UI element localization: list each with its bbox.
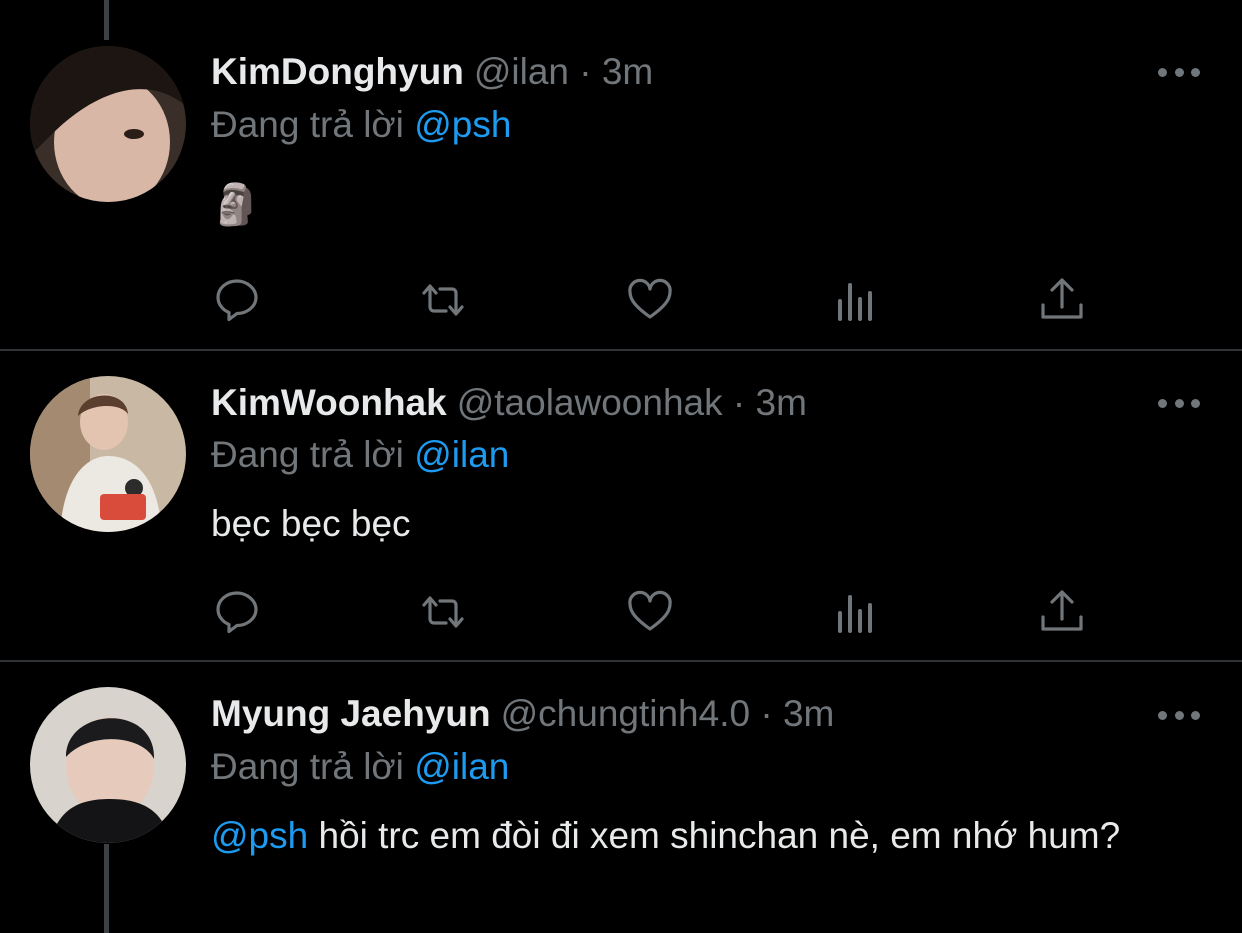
more-icon[interactable] <box>1158 396 1200 410</box>
replying-to: Đang trả lời @psh <box>211 103 511 147</box>
more-icon[interactable] <box>1158 65 1200 79</box>
replying-label: Đang trả lời <box>211 104 404 145</box>
display-name[interactable]: KimWoonhak <box>211 382 447 423</box>
tweet-body: @psh hồi trc em đòi đi xem shinchan nè, … <box>211 811 1191 861</box>
reply-icon[interactable] <box>212 275 262 325</box>
share-icon[interactable] <box>1037 275 1087 325</box>
replying-label: Đang trả lời <box>211 746 404 787</box>
body-mention-link[interactable]: @psh <box>211 815 308 856</box>
tweet-header: Myung Jaehyun @chungtinh4.0 · 3m <box>211 692 834 736</box>
retweet-icon[interactable] <box>418 587 468 637</box>
display-name[interactable]: KimDonghyun <box>211 51 464 92</box>
tweet[interactable]: KimWoonhak @taolawoonhak · 3m Đang trả lờ… <box>0 351 1242 661</box>
more-icon[interactable] <box>1158 708 1200 722</box>
tweet[interactable]: KimDonghyun @ilan · 3m Đang trả lời @psh … <box>0 0 1242 350</box>
tweet-actions <box>0 275 1242 325</box>
moai-emoji: 🗿 <box>211 183 261 227</box>
replying-to: Đang trả lời @ilan <box>211 745 509 789</box>
share-icon[interactable] <box>1037 587 1087 637</box>
user-handle[interactable]: @taolawoonhak <box>457 382 723 423</box>
display-name[interactable]: Myung Jaehyun <box>211 693 491 734</box>
dot-separator: · <box>579 51 592 92</box>
tweet-body: 🗿 <box>211 180 1191 230</box>
avatar[interactable] <box>30 376 186 532</box>
retweet-icon[interactable] <box>418 275 468 325</box>
analytics-icon[interactable] <box>831 587 881 637</box>
user-handle[interactable]: @ilan <box>474 51 569 92</box>
tweet-header: KimDonghyun @ilan · 3m <box>211 50 653 94</box>
replying-to: Đang trả lời @ilan <box>211 433 509 477</box>
like-icon[interactable] <box>625 587 675 637</box>
dot-separator: · <box>760 693 773 734</box>
avatar[interactable] <box>30 46 186 202</box>
dot-separator: · <box>732 382 746 423</box>
mention-link[interactable]: @ilan <box>414 746 509 787</box>
mention-link[interactable]: @psh <box>414 104 511 145</box>
mention-link[interactable]: @ilan <box>414 434 509 475</box>
timestamp[interactable]: 3m <box>783 693 834 734</box>
reply-icon[interactable] <box>212 587 262 637</box>
user-handle[interactable]: @chungtinh4.0 <box>501 693 750 734</box>
tweet[interactable]: Myung Jaehyun @chungtinh4.0 · 3m Đang trả… <box>0 662 1242 933</box>
tweet-text: hồi trc em đòi đi xem shinchan nè, em nh… <box>318 815 1121 856</box>
tweet-text: bẹc bẹc bẹc <box>211 503 411 544</box>
like-icon[interactable] <box>625 275 675 325</box>
timestamp[interactable]: 3m <box>756 382 807 423</box>
avatar[interactable] <box>30 687 186 843</box>
tweet-header: KimWoonhak @taolawoonhak · 3m <box>211 381 807 425</box>
replying-label: Đang trả lời <box>211 434 404 475</box>
analytics-icon[interactable] <box>831 275 881 325</box>
tweet-body: bẹc bẹc bẹc <box>211 499 1191 549</box>
timestamp[interactable]: 3m <box>602 51 653 92</box>
tweet-actions <box>0 587 1242 637</box>
